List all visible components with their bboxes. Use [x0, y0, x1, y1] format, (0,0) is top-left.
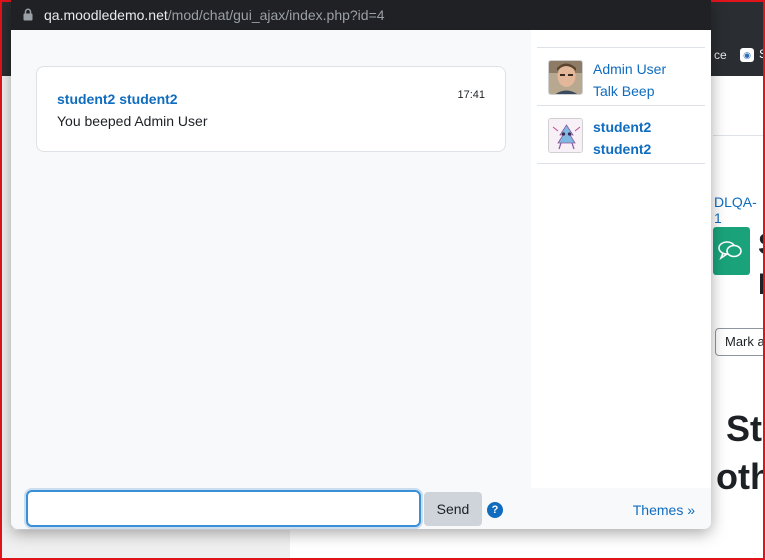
- user-first-name: student2: [593, 119, 652, 135]
- course-breadcrumb[interactable]: DLQA-1: [714, 194, 763, 226]
- users-pane: Admin User Talk Beep student2 student2: [531, 30, 711, 488]
- activity-title-partial-2: F: [758, 268, 763, 302]
- url-bar[interactable]: qa.moodledemo.net/mod/chat/gui_ajax/inde…: [11, 0, 711, 30]
- user-list-item: student2 student2: [537, 106, 705, 164]
- page-footer-strip: [2, 530, 290, 558]
- user-list-item: Admin User Talk Beep: [537, 48, 705, 106]
- user-last-name: student2: [593, 141, 652, 157]
- activity-title-partial: S: [758, 228, 763, 262]
- chat-bubbles-icon: [718, 241, 742, 261]
- divider: [713, 135, 763, 136]
- beep-link[interactable]: Beep: [622, 83, 655, 99]
- send-button[interactable]: Send: [424, 492, 482, 526]
- themes-link[interactable]: Themes »: [633, 502, 695, 518]
- toolbar-text-2: S: [759, 47, 763, 61]
- lock-icon: [23, 8, 33, 21]
- user-info: student2 student2: [593, 116, 703, 160]
- url-domain: qa.moodledemo.net: [44, 7, 168, 23]
- user-actions: Talk Beep: [593, 80, 703, 102]
- message-input-bar: Send ? Themes »: [11, 488, 711, 529]
- message-sender[interactable]: student2 student2: [57, 91, 178, 107]
- talk-link[interactable]: Talk: [593, 83, 618, 99]
- message-text: You beeped Admin User: [57, 113, 208, 129]
- student-avatar-image: [549, 119, 582, 152]
- mark-as-done-button[interactable]: Mark a: [715, 328, 763, 356]
- message-input[interactable]: [26, 490, 421, 527]
- url-path: /mod/chat/gui_ajax/index.php?id=4: [167, 7, 385, 23]
- page-heading-partial: Stu: [726, 408, 763, 449]
- chat-message: student2 student2 17:41 You beeped Admin…: [36, 66, 506, 152]
- user-list: Admin User Talk Beep student2 student2: [537, 47, 705, 164]
- help-icon[interactable]: ?: [487, 502, 503, 518]
- page-heading-partial-2: oth: [716, 456, 763, 497]
- user-name-link[interactable]: Admin User: [593, 58, 703, 80]
- message-time: 17:41: [457, 89, 485, 101]
- chat-activity-icon: [713, 227, 750, 275]
- toolbar-text: ce: [714, 48, 727, 62]
- chat-popup-window: qa.moodledemo.net/mod/chat/gui_ajax/inde…: [11, 0, 711, 529]
- admin-avatar-image: [549, 61, 582, 94]
- avatar: [548, 118, 583, 153]
- url-text: qa.moodledemo.net/mod/chat/gui_ajax/inde…: [44, 7, 385, 23]
- user-info: Admin User Talk Beep: [593, 58, 703, 102]
- extension-icon[interactable]: ◉: [740, 48, 754, 62]
- avatar: [548, 60, 583, 95]
- messages-pane: student2 student2 17:41 You beeped Admin…: [11, 30, 531, 488]
- user-name-link[interactable]: student2 student2: [593, 116, 703, 160]
